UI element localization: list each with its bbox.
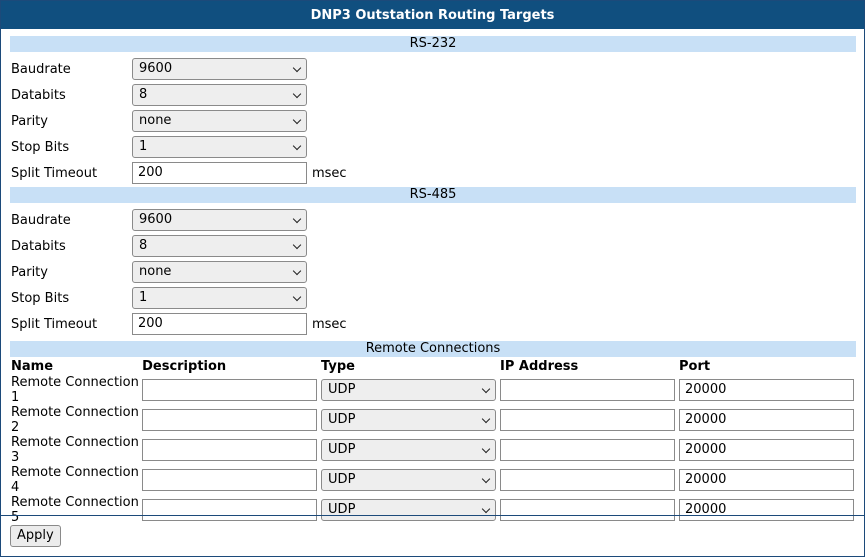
rs485-parity-select[interactable]: none [132, 261, 307, 283]
type-value: UDP [328, 472, 356, 487]
chevron-down-icon [481, 444, 491, 454]
chevron-down-icon [481, 384, 491, 394]
rs485-split-timeout-input[interactable]: 200 [132, 313, 307, 335]
rs485-databits-value: 8 [139, 238, 148, 253]
chevron-down-icon [292, 240, 302, 250]
rs232-baudrate-value: 9600 [139, 61, 173, 76]
chevron-down-icon [292, 266, 302, 276]
table-row: Remote Connection 2 UDP 20000 [10, 405, 856, 435]
port-input[interactable]: 20000 [679, 469, 854, 491]
remote-connection-name: Remote Connection 4 [11, 465, 139, 495]
remote-connections-table: Name Description Type IP Address Port Re… [10, 357, 856, 525]
rs485-databits-label: Databits [11, 238, 66, 254]
table-row: Remote Connection 1 UDP 20000 [10, 375, 856, 405]
section-rs232-heading: RS-232 [10, 36, 856, 52]
rs485-baudrate-value: 9600 [139, 212, 173, 227]
ip-address-input[interactable] [500, 409, 675, 431]
remote-connection-name: Remote Connection 1 [11, 375, 139, 405]
table-row: Remote Connection 4 UDP 20000 [10, 465, 856, 495]
chevron-down-icon [292, 141, 302, 151]
rs485-split-timeout-unit: msec [312, 316, 347, 332]
column-header-type: Type [321, 358, 355, 374]
section-remote-connections-heading: Remote Connections [10, 341, 856, 357]
chevron-down-icon [292, 214, 302, 224]
rs232-split-timeout-input[interactable]: 200 [132, 162, 307, 184]
rs232-stopbits-label: Stop Bits [11, 139, 70, 155]
type-value: UDP [328, 382, 356, 397]
rs232-split-timeout-label: Split Timeout [11, 165, 98, 181]
type-select[interactable]: UDP [321, 379, 497, 401]
chevron-down-icon [292, 89, 302, 99]
rs485-stopbits-select[interactable]: 1 [132, 287, 307, 309]
table-row: Remote Connection 3 UDP 20000 [10, 435, 856, 465]
rs232-stopbits-value: 1 [139, 139, 148, 154]
routing-targets-panel: DNP3 Outstation Routing Targets RS-232 B… [0, 0, 865, 557]
rs232-databits-label: Databits [11, 87, 66, 103]
type-select[interactable]: UDP [321, 439, 497, 461]
rs485-baudrate-label: Baudrate [11, 212, 71, 228]
apply-button[interactable]: Apply [10, 525, 61, 547]
rs485-parity-label: Parity [11, 264, 48, 280]
rs485-parity-value: none [139, 264, 172, 279]
chevron-down-icon [292, 115, 302, 125]
type-select[interactable]: UDP [321, 409, 497, 431]
port-input[interactable]: 20000 [679, 409, 854, 431]
rs485-databits-select[interactable]: 8 [132, 235, 307, 257]
chevron-down-icon [481, 504, 491, 514]
remote-connection-name: Remote Connection 2 [11, 405, 139, 435]
remote-connection-name: Remote Connection 3 [11, 435, 139, 465]
column-header-ip-address: IP Address [500, 358, 579, 374]
chevron-down-icon [481, 414, 491, 424]
rs232-split-timeout-unit: msec [312, 165, 347, 181]
rs485-baudrate-select[interactable]: 9600 [132, 209, 307, 231]
description-input[interactable] [142, 409, 318, 431]
chevron-down-icon [292, 292, 302, 302]
rs232-parity-label: Parity [11, 113, 48, 129]
type-select[interactable]: UDP [321, 469, 497, 491]
rs485-split-timeout-label: Split Timeout [11, 316, 98, 332]
section-rs485-heading: RS-485 [10, 187, 856, 203]
rs232-parity-select[interactable]: none [132, 110, 307, 132]
rs485-stopbits-value: 1 [139, 290, 148, 305]
port-input[interactable]: 20000 [679, 379, 854, 401]
column-header-port: Port [679, 358, 711, 374]
column-header-description: Description [142, 358, 227, 374]
rs232-databits-select[interactable]: 8 [132, 84, 307, 106]
rs232-baudrate-label: Baudrate [11, 61, 71, 77]
chevron-down-icon [481, 474, 491, 484]
description-input[interactable] [142, 379, 318, 401]
rs232-databits-value: 8 [139, 87, 148, 102]
ip-address-input[interactable] [500, 379, 675, 401]
description-input[interactable] [142, 439, 318, 461]
ip-address-input[interactable] [500, 439, 675, 461]
panel-footer: Apply [1, 515, 864, 556]
rs232-baudrate-select[interactable]: 9600 [132, 58, 307, 80]
rs232-stopbits-select[interactable]: 1 [132, 136, 307, 158]
rs232-parity-value: none [139, 113, 172, 128]
port-input[interactable]: 20000 [679, 439, 854, 461]
rs485-stopbits-label: Stop Bits [11, 290, 70, 306]
form-content: RS-232 Baudrate 9600 Databits 8 Parity n… [1, 29, 864, 525]
column-header-name: Name [11, 358, 54, 374]
type-value: UDP [328, 412, 356, 427]
ip-address-input[interactable] [500, 469, 675, 491]
chevron-down-icon [292, 63, 302, 73]
description-input[interactable] [142, 469, 318, 491]
panel-title: DNP3 Outstation Routing Targets [1, 1, 864, 29]
type-value: UDP [328, 442, 356, 457]
